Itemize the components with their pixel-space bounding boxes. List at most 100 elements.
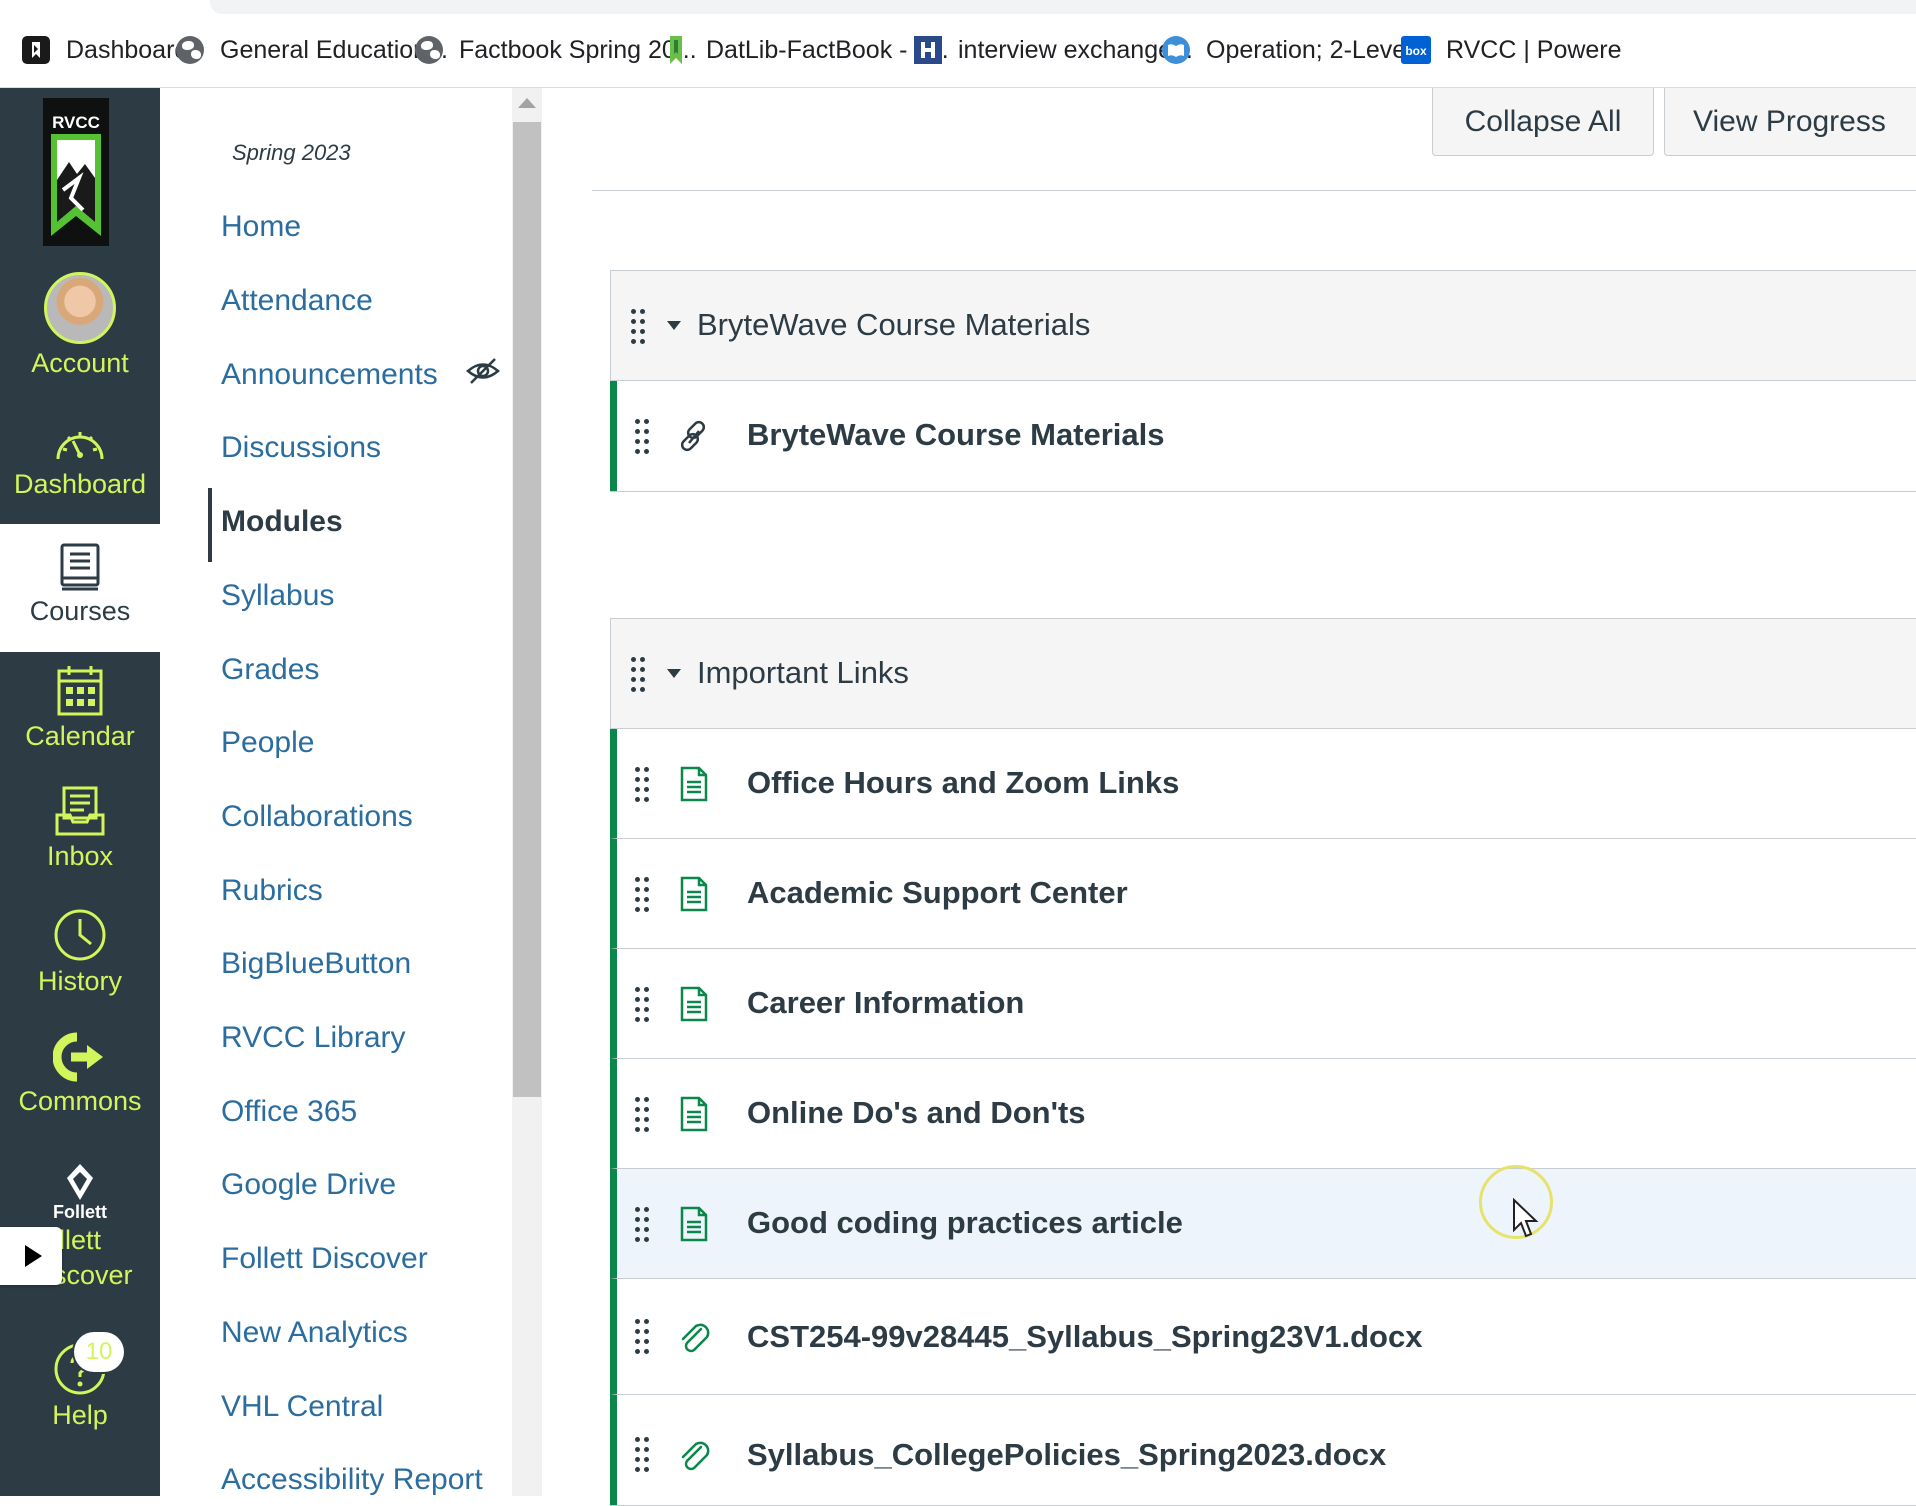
drag-handle-icon[interactable] bbox=[635, 987, 651, 1022]
module-item-title[interactable]: Syllabus_CollegePolicies_Spring2023.docx bbox=[747, 1437, 1386, 1473]
global-nav-dashboard[interactable]: Dashboard bbox=[0, 423, 160, 500]
drag-handle-icon[interactable] bbox=[635, 1097, 651, 1132]
drag-handle-icon[interactable] bbox=[635, 1319, 651, 1354]
module-item[interactable]: Good coding practices article bbox=[610, 1169, 1916, 1279]
drag-handle-icon[interactable] bbox=[635, 877, 651, 912]
bookmark-ribbon-icon bbox=[660, 34, 692, 66]
course-nav-people[interactable]: People bbox=[221, 726, 314, 760]
course-nav-rvcc-library[interactable]: RVCC Library bbox=[221, 1021, 406, 1055]
scroll-up-arrow-icon[interactable] bbox=[518, 98, 536, 108]
global-nav-label: Help bbox=[52, 1400, 108, 1430]
module-item-title[interactable]: Online Do's and Don'ts bbox=[747, 1095, 1086, 1131]
course-nav-accessibility-report[interactable]: Accessibility Report bbox=[221, 1463, 483, 1497]
module-item[interactable]: Online Do's and Don'ts bbox=[610, 1059, 1916, 1169]
module-item[interactable]: Office Hours and Zoom Links bbox=[610, 729, 1916, 839]
bookmark-operation[interactable]: Operation; 2-Level... bbox=[1160, 30, 1433, 70]
global-nav-courses[interactable]: Courses bbox=[0, 524, 160, 652]
global-nav-account[interactable]: Account bbox=[0, 272, 160, 379]
module-item[interactable]: BryteWave Course Materials bbox=[610, 381, 1916, 491]
module-item[interactable]: CST254-99v28445_Syllabus_Spring23V1.docx bbox=[610, 1279, 1916, 1395]
follett-icon: Follett bbox=[53, 1164, 107, 1220]
svg-text:RVCC: RVCC bbox=[52, 113, 100, 132]
course-nav-discussions[interactable]: Discussions bbox=[221, 431, 381, 465]
module-title: BryteWave Course Materials bbox=[697, 307, 1091, 342]
module-item-title[interactable]: CST254-99v28445_Syllabus_Spring23V1.docx bbox=[747, 1319, 1422, 1355]
play-button[interactable] bbox=[0, 1227, 62, 1285]
course-nav-google-drive[interactable]: Google Drive bbox=[221, 1168, 396, 1202]
globe-icon bbox=[413, 34, 445, 66]
module-item[interactable]: Academic Support Center bbox=[610, 839, 1916, 949]
course-nav-modules[interactable]: Modules bbox=[221, 505, 343, 539]
module-item[interactable]: Syllabus_CollegePolicies_Spring2023.docx bbox=[610, 1395, 1916, 1505]
paperclip-icon bbox=[681, 1323, 710, 1353]
bookmark-label: RVCC | Powere bbox=[1446, 35, 1622, 64]
global-nav-help[interactable]: 10 Help bbox=[0, 1332, 160, 1431]
drag-handle-icon[interactable] bbox=[631, 657, 647, 692]
drag-handle-icon[interactable] bbox=[631, 309, 647, 344]
bookmark-general-education[interactable]: General Education... bbox=[174, 30, 448, 70]
global-nav-label: Account bbox=[31, 348, 129, 378]
global-nav-inbox[interactable]: Inbox bbox=[0, 785, 160, 872]
tab-strip bbox=[210, 0, 1916, 14]
paperclip-icon bbox=[681, 1441, 710, 1471]
course-nav-attendance[interactable]: Attendance bbox=[221, 284, 373, 318]
module-item[interactable]: Career Information bbox=[610, 949, 1916, 1059]
course-nav-announcements[interactable]: Announcements bbox=[221, 358, 438, 392]
global-nav-calendar[interactable]: Calendar bbox=[0, 663, 160, 752]
rvcc-logo[interactable]: RVCC bbox=[43, 98, 109, 246]
canvas-logo-icon bbox=[20, 34, 52, 66]
active-indicator bbox=[208, 488, 212, 562]
module-header[interactable]: Important Links bbox=[611, 619, 1916, 729]
module-header[interactable]: BryteWave Course Materials bbox=[611, 271, 1916, 381]
drag-handle-icon[interactable] bbox=[635, 419, 651, 454]
bookmark-interview-exchange[interactable]: interview exchange... bbox=[912, 30, 1193, 70]
course-nav-syllabus[interactable]: Syllabus bbox=[221, 579, 334, 613]
course-nav-collaborations[interactable]: Collaborations bbox=[221, 800, 413, 834]
bookmark-label: Dashboard bbox=[66, 35, 189, 64]
page-icon bbox=[680, 1096, 708, 1132]
module-title: Important Links bbox=[697, 655, 909, 690]
course-nav-follett-discover[interactable]: Follett Discover bbox=[221, 1242, 428, 1276]
global-nav-label: Dashboard bbox=[13, 469, 147, 499]
collapse-caret-icon[interactable] bbox=[667, 669, 681, 678]
course-nav-office-365[interactable]: Office 365 bbox=[221, 1095, 357, 1129]
drag-handle-icon[interactable] bbox=[635, 1207, 651, 1242]
course-nav-grades[interactable]: Grades bbox=[221, 653, 319, 687]
module-item-title[interactable]: Academic Support Center bbox=[747, 875, 1128, 911]
global-nav-label: Courses bbox=[29, 596, 131, 626]
module-item-title[interactable]: Good coding practices article bbox=[747, 1205, 1183, 1241]
course-nav-vhl-central[interactable]: VHL Central bbox=[221, 1390, 383, 1424]
bookmarks-bar: Dashboard General Education... Factbook … bbox=[0, 0, 1916, 88]
module-important-links: Important Links Office Hours and Zoom Li… bbox=[610, 618, 1916, 1506]
mouse-pointer-icon bbox=[1513, 1198, 1539, 1238]
view-progress-button[interactable]: View Progress bbox=[1664, 88, 1916, 156]
global-nav-label: Inbox bbox=[46, 841, 114, 871]
page-icon bbox=[680, 766, 708, 802]
module-item-title[interactable]: Career Information bbox=[747, 985, 1024, 1021]
help-badge: 10 bbox=[74, 1332, 124, 1372]
scrollbar-thumb[interactable] bbox=[513, 122, 541, 1097]
drag-handle-icon[interactable] bbox=[635, 767, 651, 802]
drag-handle-icon[interactable] bbox=[635, 1437, 651, 1472]
bookmark-datlib-factbook[interactable]: DatLib-FactBook - P... bbox=[660, 30, 949, 70]
course-nav-bigbluebutton[interactable]: BigBlueButton bbox=[221, 947, 411, 981]
course-term: Spring 2023 bbox=[232, 140, 351, 165]
course-nav-rubrics[interactable]: Rubrics bbox=[221, 874, 323, 908]
bookmark-rvcc-powered[interactable]: box RVCC | Powere bbox=[1400, 30, 1622, 70]
global-nav-history[interactable]: History bbox=[0, 908, 160, 997]
svg-text:Follett: Follett bbox=[53, 1202, 107, 1220]
global-nav-commons[interactable]: Commons bbox=[0, 1032, 160, 1117]
bookmark-dashboard[interactable]: Dashboard bbox=[20, 30, 188, 70]
global-nav-label: History bbox=[37, 966, 122, 996]
collapse-all-button[interactable]: Collapse All bbox=[1432, 88, 1654, 156]
course-nav-home[interactable]: Home bbox=[221, 210, 301, 244]
course-nav-new-analytics[interactable]: New Analytics bbox=[221, 1316, 408, 1350]
global-nav-label: llett bbox=[58, 1225, 102, 1255]
svg-text:box: box bbox=[1405, 44, 1427, 58]
header-divider bbox=[592, 190, 1916, 191]
inbox-icon bbox=[55, 786, 105, 836]
module-item-title[interactable]: Office Hours and Zoom Links bbox=[747, 765, 1179, 801]
module-item-title[interactable]: BryteWave Course Materials bbox=[747, 417, 1165, 453]
bookmark-factbook[interactable]: Factbook Spring 20... bbox=[413, 30, 697, 70]
collapse-caret-icon[interactable] bbox=[667, 321, 681, 330]
